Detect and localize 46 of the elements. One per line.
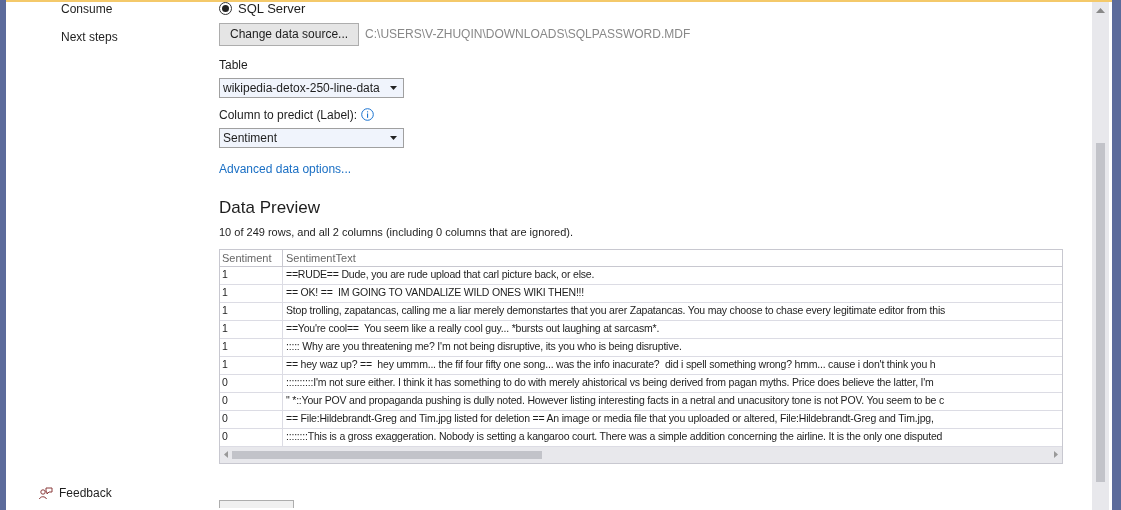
- table-cell: 0: [220, 410, 283, 428]
- advanced-data-options-link[interactable]: Advanced data options...: [219, 159, 352, 178]
- table-cell-text: Stop trolling, zapatancas, calling me a liar merely demonstartes that you arer Zapatancas. You may choose to chase every legitimate editor from this: [285, 303, 947, 319]
- vertical-scrollbar[interactable]: [1092, 2, 1109, 510]
- dropdown[interactable]: Sentiment: [219, 127, 404, 148]
- scroll-up-icon[interactable]: [1096, 8, 1105, 13]
- column-header[interactable]: Sentiment: [220, 249, 283, 266]
- table-cell-text: == File:Hildebrandt-Greg and Tim.jpg listed for deletion == An image or media file that you uploaded or altered, File:Hildebrandt-Greg and Tim.jpg,: [285, 411, 935, 427]
- preview-summary: 10 of 249 rows, and all 2 columns (including 0 columns that are ignored).: [219, 225, 575, 240]
- table-cell-text: ::::::::This is a gross exaggeration. Nobody is setting a kangaroo court. There was a simple addition concerning the airline. It is the only one disputed: [285, 429, 944, 445]
- section-heading: Data Preview: [219, 196, 322, 219]
- scrollbar-thumb[interactable]: [232, 450, 542, 459]
- scroll-left-icon[interactable]: [224, 451, 228, 458]
- table-cell-text: ==You're cool== You seem like a really cool guy... *bursts out laughing at sarcasm*.: [285, 321, 661, 337]
- table-cell: 1: [220, 284, 283, 302]
- table-cell-text: " *::Your POV and propaganda pushing is dully noted. However listing interesting facts in a netral and unacusitory tone is not POV. You seem to be c: [285, 393, 946, 409]
- table-cell: 1: [220, 302, 283, 320]
- nav-item[interactable]: Consume: [61, 0, 219, 18]
- info-icon[interactable]: [361, 108, 375, 121]
- feedback-link[interactable]: Feedback: [59, 484, 112, 502]
- nav-item[interactable]: Next steps: [61, 28, 219, 46]
- table-cell-text: ::::: Why are you threatening me? I'm not being disruptive, its you who is being disruptive.: [285, 339, 683, 355]
- dropdown[interactable]: wikipedia-detox-250-line-data: [219, 77, 404, 98]
- table-cell-text: == hey waz up? == hey ummm... the fif four fifty one song... was the info inacurate? did i spell something wrong? hmm... cause i don't think you h: [285, 357, 937, 373]
- change-data-source-button[interactable]: Change data source...: [219, 22, 360, 46]
- table-cell: 1: [220, 356, 283, 374]
- field-label: Column to predict (Label):: [219, 106, 358, 124]
- file-path: C:\USERS\V-ZHUQIN\DOWNLOADS\SQLPASSWORD.MDF: [365, 26, 691, 43]
- caret-icon: [390, 135, 397, 140]
- field-label: Table: [219, 56, 249, 74]
- column-header[interactable]: SentimentText: [283, 249, 1062, 266]
- feedback-icon: [39, 486, 53, 500]
- table-cell: 0: [220, 428, 283, 446]
- partial-button[interactable]: [219, 499, 294, 508]
- table-cell: 1: [220, 320, 283, 338]
- table-cell-text: ::::::::::I'm not sure either. I think it has something to do with merely ahistorical vs being derived from pagan myths. Price does believe the latter, I'm: [285, 375, 935, 391]
- radio-label: SQL Server: [238, 0, 306, 18]
- scroll-right-icon[interactable]: [1054, 451, 1058, 458]
- table-cell: 1: [220, 338, 283, 356]
- table-cell: 0: [220, 392, 283, 410]
- table-cell-text: ==RUDE== Dude, you are rude upload that carl picture back, or else.: [285, 267, 596, 283]
- caret-icon: [390, 85, 397, 90]
- table-cell-text: == OK! == IM GOING TO VANDALIZE WILD ONES WIKI THEN!!!: [285, 285, 586, 301]
- table-cell: 0: [220, 374, 283, 392]
- scrollbar-thumb[interactable]: [1096, 143, 1105, 482]
- table-cell: 1: [220, 266, 283, 284]
